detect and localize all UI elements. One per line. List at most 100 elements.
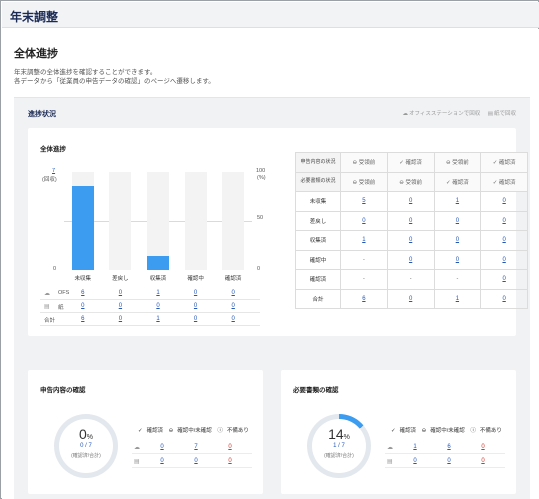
progress-row-value[interactable]: 0 <box>103 303 137 309</box>
breakdown-value[interactable]: 0 <box>218 458 242 464</box>
status-header-label: 申告内容の状況 <box>295 152 341 173</box>
documents-legend: ✓ 確認済 ⊖ 確認中/未確認 ⓘ 不備あり <box>391 428 502 434</box>
minus-circle-icon: ⊖ <box>421 428 427 434</box>
progress-row-value[interactable]: 0 <box>216 303 250 309</box>
document-icon: ▤ <box>44 304 50 310</box>
status-count-link[interactable]: 0 <box>502 198 505 204</box>
progress-row-value[interactable]: 6 <box>66 316 100 322</box>
progress-row-value[interactable]: 0 <box>103 316 137 322</box>
status-count-link[interactable]: 0 <box>409 218 412 224</box>
progress-row: ☁ OFS 6 0 1 0 0 <box>40 288 260 300</box>
y-right-unit: (%) <box>257 175 266 181</box>
status-header-text: 確認済 <box>452 179 469 186</box>
progress-row-value[interactable]: 0 <box>179 303 213 309</box>
breakdown-row: ☁ 1 6 0 <box>385 442 505 454</box>
chart-column-bg <box>222 172 245 270</box>
status-count-link[interactable]: 5 <box>362 198 365 204</box>
status-count-link[interactable]: 0 <box>409 257 412 263</box>
status-count-link[interactable]: 1 <box>456 296 459 302</box>
status-header-text: 受領前 <box>452 160 469 167</box>
status-cell: 0 <box>386 249 435 270</box>
status-count-link[interactable]: 6 <box>362 296 365 302</box>
documents-fraction[interactable]: 1 / 7 <box>307 443 371 449</box>
status-cell: 0 <box>433 210 482 231</box>
status-cell: 0 <box>386 191 435 212</box>
breakdown-value[interactable]: 7 <box>184 444 208 450</box>
progress-row-value[interactable]: 0 <box>103 290 137 296</box>
status-count-link[interactable]: 0 <box>502 296 505 302</box>
breakdown-value[interactable]: 0 <box>150 444 174 450</box>
alert-circle-icon: ⓘ <box>217 428 223 434</box>
breakdown-value[interactable]: 6 <box>437 444 461 450</box>
progress-row-label: 紙 <box>58 305 64 311</box>
chart-category-label: 差戻し <box>112 276 129 282</box>
status-count-link[interactable]: 0 <box>502 237 505 243</box>
status-count-link[interactable]: 0 <box>456 237 459 243</box>
status-cell: 1 <box>433 191 482 212</box>
status-header-cell: ✓ 確認済 <box>480 152 528 173</box>
status-count-link[interactable]: 0 <box>456 257 459 263</box>
status-cell: - <box>433 269 482 290</box>
status-count-link[interactable]: 0 <box>502 276 505 282</box>
status-count-link[interactable]: 1 <box>362 237 365 243</box>
progress-row-value[interactable]: 0 <box>141 303 175 309</box>
breakdown-value[interactable]: 0 <box>471 458 495 464</box>
status-header-cell: ⊖ 受領前 <box>340 171 388 192</box>
status-cell: 0 <box>386 230 435 251</box>
office-station-label: オフィスステーションで回収 <box>408 111 481 117</box>
status-count-link[interactable]: 0 <box>409 296 412 302</box>
status-row: 確認済 - - - 0 <box>295 269 528 290</box>
breakdown-value[interactable]: 0 <box>403 458 427 464</box>
breakdown-value[interactable]: 0 <box>150 458 174 464</box>
progress-row: 合計 6 0 1 0 0 <box>40 314 260 326</box>
status-cell: - <box>386 269 435 290</box>
breakdown-value[interactable]: 0 <box>184 458 208 464</box>
status-cell: - <box>340 269 388 290</box>
breakdown-value[interactable]: 1 <box>403 444 427 450</box>
progress-row-value[interactable]: 6 <box>66 290 100 296</box>
page-content: 全体進捗 年末調整の全体進捗を確認することができます。 各データから「従業員の申… <box>2 29 539 499</box>
status-header-cell: ✓ 確認済 <box>480 171 528 192</box>
top-bar: 年末調整 <box>2 2 539 28</box>
status-cell: 1 <box>340 230 388 251</box>
breakdown-value[interactable]: 0 <box>471 444 495 450</box>
status-count-link[interactable]: 0 <box>362 218 365 224</box>
minus-circle-icon: ⊖ <box>168 428 174 434</box>
chart-bar[interactable] <box>147 256 169 270</box>
status-count-link[interactable]: 0 <box>409 198 412 204</box>
progress-row-value[interactable]: 1 <box>141 316 175 322</box>
progress-panel: 進捗状況 ☁オフィスステーションで回収 ▤紙で回収 全体進捗 7 (回収) 0 … <box>14 97 530 499</box>
status-cell: 0 <box>480 249 528 270</box>
status-count-link[interactable]: 1 <box>456 198 459 204</box>
status-count-link[interactable]: 0 <box>456 218 459 224</box>
progress-row-value[interactable]: 1 <box>141 290 175 296</box>
status-count-link[interactable]: 0 <box>409 237 412 243</box>
documents-fraction-sub: (確認済/合計) <box>324 453 354 459</box>
status-header-cell: ✓ 確認済 <box>386 152 435 173</box>
status-empty: - <box>456 276 459 283</box>
breakdown-value[interactable]: 0 <box>437 458 461 464</box>
status-count-link[interactable]: 0 <box>502 218 505 224</box>
status-row-label: 収集済 <box>295 230 341 251</box>
breakdown-value[interactable]: 0 <box>218 444 242 450</box>
progress-row-value[interactable]: 0 <box>66 303 100 309</box>
document-icon: ▤ <box>487 111 493 117</box>
status-count-link[interactable]: 0 <box>502 257 505 263</box>
cloud-icon: ☁ <box>387 445 393 451</box>
collection-legend: ☁オフィスステーションで回収 ▤紙で回収 <box>396 109 516 117</box>
status-cell: 0 <box>480 210 528 231</box>
status-row-label: 未収集 <box>295 191 341 212</box>
declaration-fraction[interactable]: 0 / 7 <box>54 443 118 449</box>
progress-row-value[interactable]: 0 <box>216 316 250 322</box>
progress-row-value[interactable]: 0 <box>216 290 250 296</box>
status-header-cell: ⊖ 受領前 <box>433 152 482 173</box>
status-header-cell: ⊖ 受領前 <box>340 152 388 173</box>
status-header-text: 確認済 <box>498 179 516 186</box>
status-cell: 0 <box>433 230 482 251</box>
progress-row-value[interactable]: 0 <box>179 316 213 322</box>
y-left-top: 7 <box>52 168 56 174</box>
progress-row-value[interactable]: 0 <box>179 290 213 296</box>
chart-category-label: 確認中 <box>187 276 204 282</box>
status-header-text: 受領前 <box>358 179 376 186</box>
chart-bar[interactable] <box>71 186 94 270</box>
